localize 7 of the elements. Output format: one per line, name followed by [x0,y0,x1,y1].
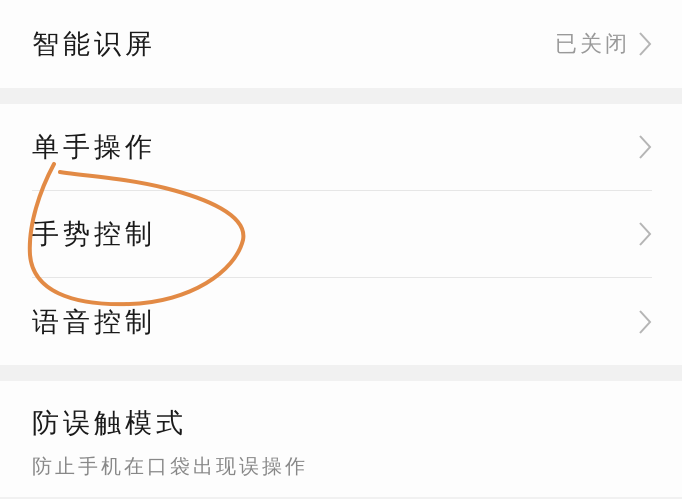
setting-title[interactable]: 防误触模式 [32,405,652,441]
setting-value: 已关闭 [555,31,630,59]
setting-description: 防止手机在口袋出现误操作 [32,453,309,480]
setting-title[interactable]: 单手操作 [32,129,638,165]
setting-title[interactable]: 语音控制 [32,304,638,340]
setting-title[interactable]: 手势控制 [32,216,638,252]
setting-title[interactable]: 智能识屏 [32,26,555,62]
